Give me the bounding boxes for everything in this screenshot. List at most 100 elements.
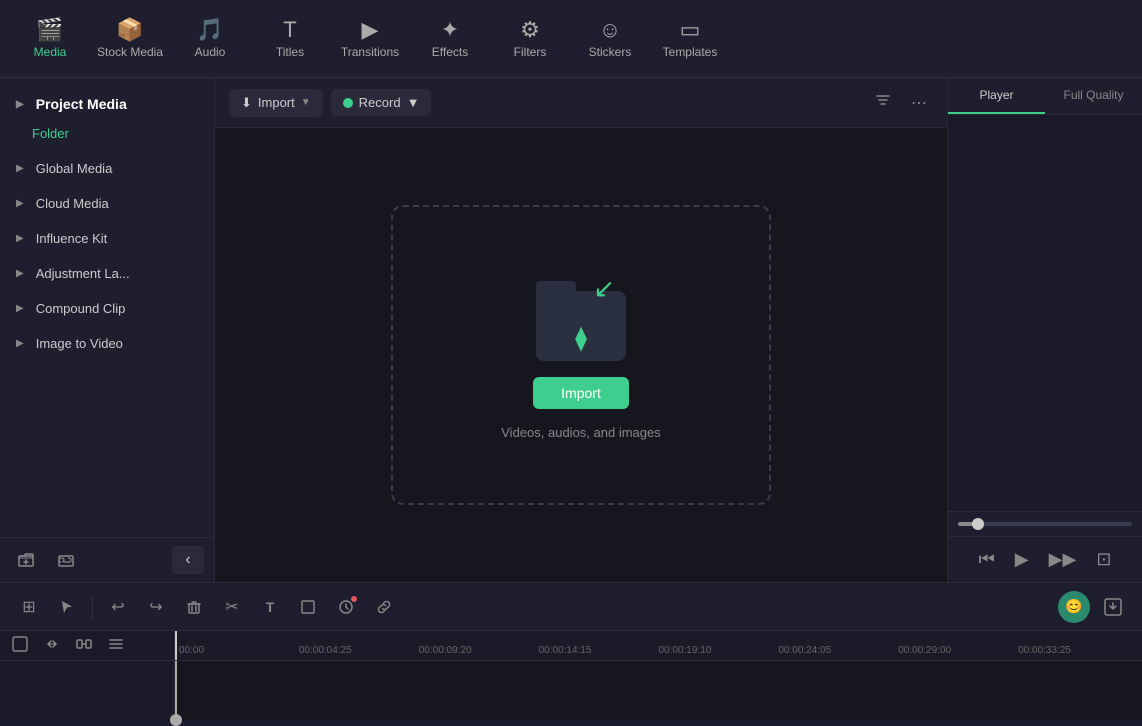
split-track-button[interactable]	[72, 634, 96, 658]
toolbar-right-tools: 😊	[1058, 590, 1130, 624]
chevron-icon-influence-kit: ▶	[16, 233, 24, 244]
chevron-icon-compound-clip: ▶	[16, 303, 24, 314]
nav-label-audio: Audio	[195, 45, 226, 59]
sidebar: ▶ Project Media Folder ▶ Global Media ▶ …	[0, 78, 215, 582]
link-button[interactable]	[367, 590, 401, 624]
ellipsis-icon: ⋯	[911, 95, 927, 112]
ruler-mark-1: 00:00:04:25	[299, 631, 419, 660]
import-button[interactable]: ⬇ Import ▼	[229, 89, 323, 117]
panel-preview-area	[948, 115, 1142, 511]
toolbar-separator-1	[92, 595, 93, 619]
crop-button[interactable]	[291, 590, 325, 624]
right-panel: Player Full Quality ⏮ ▶ ▶▶ ⊡	[947, 78, 1142, 582]
ruler-label-7: 00:00:33:25	[1018, 645, 1071, 656]
ruler-label-5: 00:00:24:05	[778, 645, 831, 656]
filter-sort-button[interactable]	[869, 88, 897, 117]
link-track-button[interactable]	[40, 634, 64, 658]
nav-item-templates[interactable]: ▭ Templates	[650, 4, 730, 74]
undo-button[interactable]: ↩	[101, 590, 135, 624]
sidebar-item-cloud-media[interactable]: ▶ Cloud Media	[0, 186, 214, 221]
nav-icon-filters: ⚙	[520, 19, 540, 41]
ruler-mark-3: 00:00:14:15	[539, 631, 659, 660]
nav-icon-effects: ✦	[441, 19, 459, 41]
content-area: ⬇ Import ▼ Record ▼ ⋯	[215, 78, 947, 582]
chevron-icon-image-to-video: ▶	[16, 338, 24, 349]
fullscreen-button[interactable]: ⊡	[1092, 545, 1115, 574]
add-track-button[interactable]	[8, 634, 32, 658]
sidebar-item-label-global-media: Global Media	[36, 161, 113, 176]
sidebar-item-global-media[interactable]: ▶ Global Media	[0, 151, 214, 186]
timeline-body	[0, 661, 1142, 720]
playhead-bottom-handle	[170, 714, 182, 726]
ruler-label-2: 00:00:09:20	[419, 645, 472, 656]
tab-full-quality[interactable]: Full Quality	[1045, 78, 1142, 114]
playback-controls: ⏮ ▶ ▶▶ ⊡	[948, 536, 1142, 582]
timeline-playhead	[175, 631, 177, 660]
skip-back-button[interactable]: ⏮	[975, 545, 999, 574]
nav-item-filters[interactable]: ⚙ Filters	[490, 4, 570, 74]
nav-label-effects: Effects	[432, 45, 468, 59]
add-folder-button[interactable]	[10, 546, 42, 574]
nav-item-transitions[interactable]: ▶ Transitions	[330, 4, 410, 74]
panel-footer	[948, 511, 1142, 536]
sidebar-item-project-media[interactable]: ▶ Project Media	[0, 86, 214, 122]
import-dropdown-arrow: ▼	[301, 97, 311, 108]
sidebar-item-label-project-media: Project Media	[36, 96, 127, 112]
panel-tabs: Player Full Quality	[948, 78, 1142, 115]
sidebar-content: ▶ Project Media Folder ▶ Global Media ▶ …	[0, 78, 214, 537]
sidebar-item-image-to-video[interactable]: ▶ Image to Video	[0, 326, 214, 361]
ruler-mark-2: 00:00:09:20	[419, 631, 539, 660]
nav-item-audio[interactable]: 🎵 Audio	[170, 4, 250, 74]
timeline-ruler: 00:0000:00:04:2500:00:09:2000:00:14:1500…	[175, 631, 1142, 660]
skip-forward-button[interactable]: ▶▶	[1045, 545, 1081, 574]
sidebar-item-compound-clip[interactable]: ▶ Compound Clip	[0, 291, 214, 326]
nav-label-transitions: Transitions	[341, 45, 399, 59]
volume-slider[interactable]	[958, 522, 1132, 526]
nav-icon-templates: ▭	[680, 19, 701, 41]
delete-button[interactable]	[177, 590, 211, 624]
sidebar-item-label-adjustment-layer: Adjustment La...	[36, 266, 130, 281]
ruler-mark-6: 00:00:29:00	[898, 631, 1018, 660]
cut-button[interactable]: ✂	[215, 590, 249, 624]
ruler-marks: 00:0000:00:04:2500:00:09:2000:00:14:1500…	[175, 631, 1142, 660]
record-dropdown-arrow: ▼	[407, 95, 420, 110]
text-button[interactable]: T	[253, 590, 287, 624]
import-label: Import	[258, 95, 295, 110]
sidebar-item-influence-kit[interactable]: ▶ Influence Kit	[0, 221, 214, 256]
nav-icon-stickers: ☺	[599, 19, 621, 41]
nav-item-media[interactable]: 🎬 Media	[10, 4, 90, 74]
drop-zone-container: ↙ ⧫ Import Videos, audios, and images	[215, 128, 947, 582]
download-arrow-icon: ↙	[593, 273, 615, 304]
link-folder-button[interactable]	[50, 546, 82, 574]
nav-item-stickers[interactable]: ☺ Stickers	[570, 4, 650, 74]
nav-item-titles[interactable]: T Titles	[250, 4, 330, 74]
nav-label-stickers: Stickers	[589, 45, 632, 59]
redo-button[interactable]: ↪	[139, 590, 173, 624]
ai-tools-button[interactable]	[329, 590, 363, 624]
chevron-icon-cloud-media: ▶	[16, 198, 24, 209]
select-tool-button[interactable]	[50, 590, 84, 624]
ruler-mark-4: 00:00:19:10	[659, 631, 779, 660]
toolbar-right: ⋯	[869, 88, 933, 117]
grid-view-button[interactable]: ⊞	[12, 590, 46, 624]
sidebar-item-adjustment-layer[interactable]: ▶ Adjustment La...	[0, 256, 214, 291]
nav-item-effects[interactable]: ✦ Effects	[410, 4, 490, 74]
export-button[interactable]	[1096, 590, 1130, 624]
collapse-sidebar-button[interactable]: ‹	[172, 546, 204, 574]
tab-player[interactable]: Player	[948, 78, 1045, 114]
timeline-settings-button[interactable]	[104, 634, 128, 658]
more-options-button[interactable]: ⋯	[905, 89, 933, 117]
playhead-vertical	[175, 661, 177, 720]
ruler-label-4: 00:00:19:10	[659, 645, 712, 656]
sidebar-folder-button[interactable]: Folder	[0, 122, 214, 151]
user-avatar-button[interactable]: 😊	[1058, 591, 1090, 623]
nav-item-stock-media[interactable]: 📦 Stock Media	[90, 4, 170, 74]
import-icon: ⬇	[241, 95, 252, 111]
timeline-header: 00:0000:00:04:2500:00:09:2000:00:14:1500…	[0, 631, 1142, 661]
sidebar-item-label-cloud-media: Cloud Media	[36, 196, 109, 211]
record-button[interactable]: Record ▼	[331, 89, 432, 116]
timeline-track-left	[0, 661, 175, 720]
play-pause-button[interactable]: ▶	[1011, 545, 1033, 574]
import-action-button[interactable]: Import	[533, 377, 629, 409]
timeline-track-right[interactable]	[175, 661, 1142, 720]
